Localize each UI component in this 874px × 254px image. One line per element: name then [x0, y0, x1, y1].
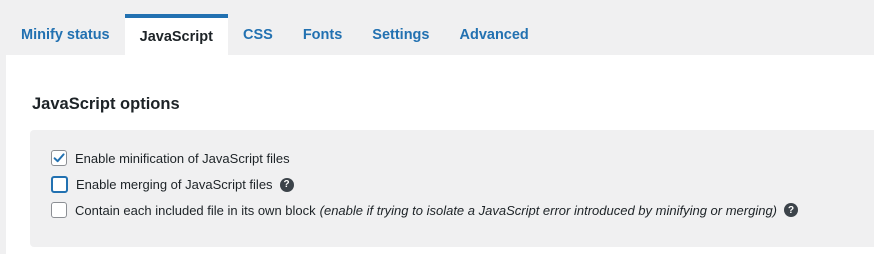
option-enable-merging[interactable]: Enable merging of JavaScript files ?: [51, 176, 294, 193]
minification-label: Enable minification of JavaScript files: [75, 150, 290, 166]
tab-javascript[interactable]: JavaScript: [124, 14, 228, 55]
option-enable-minification[interactable]: Enable minification of JavaScript files: [51, 150, 290, 166]
tab-fonts[interactable]: Fonts: [288, 14, 357, 55]
question-mark-circle-icon[interactable]: ?: [784, 203, 799, 217]
tab-minify-status[interactable]: Minify status: [6, 14, 125, 55]
contain-block-hint: (enable if trying to isolate a JavaScrip…: [319, 202, 778, 218]
merging-label: Enable merging of JavaScript files: [76, 177, 273, 192]
tab-advanced[interactable]: Advanced: [444, 14, 543, 55]
javascript-panel: JavaScript options Enable minification o…: [6, 55, 874, 254]
tab-settings[interactable]: Settings: [357, 14, 444, 55]
section-title: JavaScript options: [32, 95, 180, 113]
option-contain-own-block[interactable]: Contain each included file in its own bl…: [51, 202, 799, 218]
tab-bar: Minify status JavaScript CSS Fonts Setti…: [6, 0, 874, 55]
contain-block-label: Contain each included file in its own bl…: [75, 202, 316, 218]
tab-css[interactable]: CSS: [228, 14, 288, 55]
checkmark-icon: [53, 153, 65, 163]
merging-checkbox[interactable]: [51, 176, 68, 193]
options-box: Enable minification of JavaScript files …: [30, 130, 874, 247]
contain-block-checkbox[interactable]: [51, 202, 67, 218]
question-mark-circle-icon[interactable]: ?: [279, 177, 294, 192]
minification-checkbox[interactable]: [51, 150, 67, 166]
